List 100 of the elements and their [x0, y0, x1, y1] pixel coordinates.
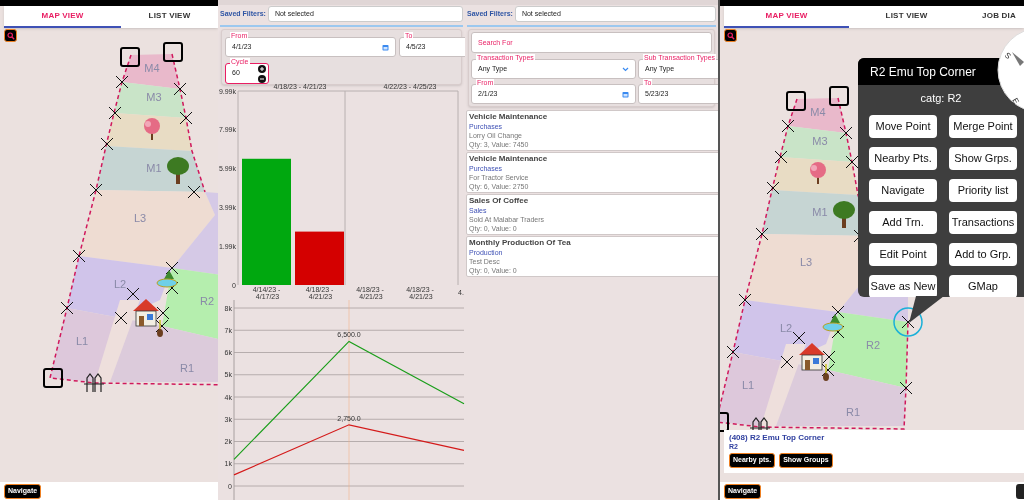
cross-marker[interactable] [155, 319, 169, 333]
plus-icon[interactable] [258, 64, 266, 73]
plot-label: L3 [799, 256, 813, 268]
cross-marker[interactable] [89, 183, 103, 197]
tab[interactable]: MAP VIEW [4, 6, 121, 28]
cross-marker[interactable] [165, 281, 179, 295]
plot-label: L2 [779, 322, 793, 334]
plot-label: M4 [144, 62, 160, 74]
cross-marker[interactable] [156, 306, 170, 320]
plot-label: M1 [812, 206, 828, 218]
cross-marker[interactable] [781, 119, 795, 133]
land-plot [780, 126, 852, 162]
cross-marker[interactable] [165, 261, 179, 275]
cross-marker[interactable] [114, 311, 128, 325]
search-icon [6, 31, 15, 40]
cross-marker[interactable] [899, 381, 913, 395]
plot-label: M3 [146, 91, 162, 103]
transaction-title: Monthly Production Of Tea [469, 238, 572, 248]
cross-marker[interactable] [845, 155, 859, 169]
plot-label: R2 [199, 295, 215, 307]
plot-label: R2 [865, 339, 881, 351]
search-icon [726, 31, 735, 40]
popup-button[interactable]: Add to Grp. [949, 242, 1017, 266]
plot-label: M1 [146, 162, 162, 174]
cross-marker[interactable] [173, 82, 187, 96]
cross-marker[interactable] [792, 331, 806, 345]
popup-button[interactable]: Save as New [869, 274, 937, 297]
search-button[interactable] [4, 29, 17, 42]
minus-icon[interactable] [258, 74, 266, 83]
cross-marker[interactable] [822, 350, 836, 364]
point-title: (408) R2 Emu Top Corner [729, 433, 826, 443]
tab[interactable]: LIST VIEW [849, 6, 964, 28]
cross-marker[interactable] [766, 181, 780, 195]
fence-icon [83, 373, 105, 393]
cross-marker[interactable] [780, 355, 794, 369]
compass-letter: S [1002, 50, 1013, 61]
transaction-title: Vehicle Maintenance [469, 112, 549, 122]
popup-button[interactable]: Add Trn. [869, 210, 937, 234]
seedling-icon [823, 363, 829, 381]
cross-marker[interactable] [115, 75, 129, 89]
chevron-down-icon [622, 66, 629, 72]
plot-label: L2 [113, 278, 127, 290]
corner-marker[interactable] [829, 86, 849, 106]
popup-button[interactable]: Nearby Pts. [869, 146, 937, 170]
cross-marker[interactable] [72, 249, 86, 263]
blossom-tree-icon [144, 118, 160, 140]
cross-marker[interactable] [755, 227, 769, 241]
tab[interactable]: JOB DIA [964, 6, 1024, 28]
tab[interactable]: MAP VIEW [724, 6, 849, 28]
chart-bar [295, 231, 344, 285]
cross-marker[interactable] [126, 287, 140, 301]
blossom-tree-icon [810, 162, 826, 184]
cross-marker[interactable] [774, 150, 788, 164]
land-plot [114, 82, 186, 118]
cross-marker[interactable] [726, 345, 740, 359]
calendar-icon [382, 43, 389, 51]
compass-letter: E [1010, 96, 1021, 106]
corner-marker[interactable] [120, 47, 140, 67]
popup-button[interactable]: Edit Point [869, 242, 937, 266]
house-icon [799, 343, 825, 371]
popup-button[interactable]: Navigate [869, 178, 937, 202]
cross-marker[interactable] [831, 325, 845, 339]
popup-button[interactable]: Transactions [949, 210, 1017, 234]
plot-label: L3 [133, 212, 147, 224]
cross-marker[interactable] [839, 126, 853, 140]
calendar-icon [622, 90, 629, 98]
tree-icon [833, 201, 855, 228]
cross-marker[interactable] [738, 293, 752, 307]
pond-icon [156, 270, 178, 288]
cross-marker[interactable] [901, 315, 915, 329]
plot-label: L1 [741, 379, 755, 391]
plot-label: R1 [845, 406, 861, 418]
cross-marker[interactable] [60, 301, 74, 315]
corner-marker[interactable] [43, 368, 63, 388]
corner-marker[interactable] [163, 42, 183, 62]
popup-button[interactable]: Merge Point [949, 114, 1017, 138]
transaction-title: Vehicle Maintenance [469, 154, 549, 164]
seedling-icon [157, 319, 163, 337]
selection-ring [893, 307, 923, 337]
house-icon [133, 299, 159, 327]
popup-button[interactable]: Priority list [949, 178, 1017, 202]
pond-icon [822, 314, 844, 332]
zoom-button[interactable] [1016, 484, 1024, 499]
plot-label: M3 [812, 135, 828, 147]
corner-marker[interactable] [720, 412, 729, 432]
popup-button[interactable]: Show Grps. [949, 146, 1017, 170]
popup-category: catg: R2 [920, 91, 962, 106]
cross-marker[interactable] [108, 106, 122, 120]
popup-button[interactable]: GMap [949, 274, 1017, 297]
cross-marker[interactable] [831, 305, 845, 319]
cross-marker[interactable] [179, 111, 193, 125]
tab[interactable]: LIST VIEW [121, 6, 218, 28]
corner-marker[interactable] [786, 91, 806, 111]
plot-label: R1 [179, 362, 195, 374]
cross-marker[interactable] [100, 137, 114, 151]
tree-icon [167, 157, 189, 184]
search-button[interactable] [724, 29, 737, 42]
cross-marker[interactable] [187, 185, 201, 199]
cross-marker[interactable] [821, 363, 835, 377]
popup-button[interactable]: Move Point [869, 114, 937, 138]
